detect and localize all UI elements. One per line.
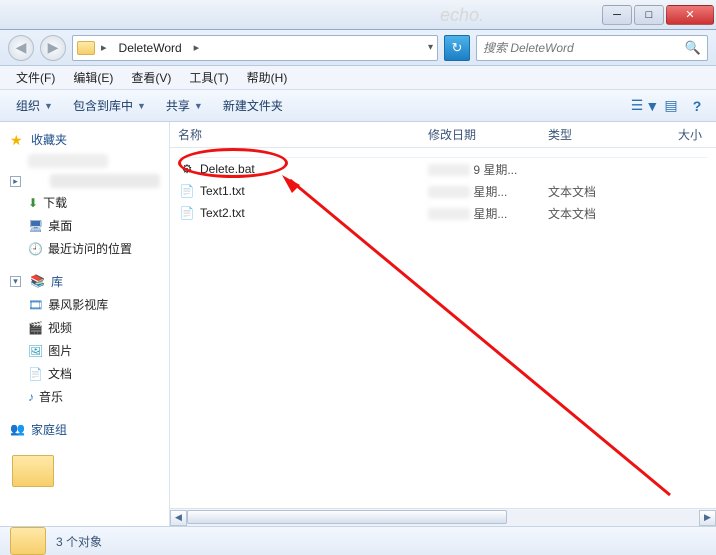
file-row-text1[interactable]: 📄 Text1.txt 星期... 文本文档: [178, 180, 716, 202]
close-button[interactable]: ✕: [666, 5, 714, 25]
chevron-right-icon[interactable]: ▸: [194, 41, 200, 54]
background-watermark: echo.: [440, 5, 484, 26]
downloads-icon: ⬇: [28, 196, 38, 210]
sidebar-item-desktop[interactable]: 🖥桌面: [4, 214, 169, 237]
folder-icon: [77, 41, 95, 55]
pictures-icon: 🖼: [28, 344, 43, 358]
menu-file[interactable]: 文件(F): [8, 67, 63, 88]
search-box[interactable]: 🔍: [476, 35, 708, 61]
chevron-down-icon: ▼: [645, 98, 659, 114]
toolbar: 组织▼ 包含到库中▼ 共享▼ 新建文件夹 ☰▼ ▤ ?: [0, 90, 716, 122]
menu-tools[interactable]: 工具(T): [181, 67, 236, 88]
column-headers: 名称 修改日期 类型 大小: [170, 122, 716, 148]
nav-row: ◀ ▶ ▸ DeleteWord ▸ ▾ ↻ 🔍: [0, 30, 716, 66]
library-icon: 📚: [30, 274, 46, 290]
sidebar-item-blurred[interactable]: [4, 151, 169, 171]
col-header-size[interactable]: 大小: [638, 126, 716, 143]
col-header-type[interactable]: 类型: [548, 126, 638, 143]
folder-icon: [12, 455, 54, 487]
sidebar-favorites[interactable]: ★收藏夹: [4, 128, 169, 151]
chevron-down-icon: ▼: [137, 101, 146, 111]
breadcrumb-deleteword[interactable]: DeleteWord: [113, 39, 188, 57]
sidebar-item-recent[interactable]: 🕘最近访问的位置: [4, 237, 169, 260]
new-folder-button[interactable]: 新建文件夹: [215, 93, 291, 118]
view-options-button[interactable]: ☰▼: [634, 95, 656, 117]
maximize-button[interactable]: □: [634, 5, 664, 25]
sidebar-item-blurred[interactable]: ▸: [4, 171, 169, 191]
col-header-date[interactable]: 修改日期: [428, 126, 548, 143]
search-icon[interactable]: 🔍: [685, 40, 701, 56]
back-button[interactable]: ◀: [8, 35, 34, 61]
bat-file-icon: ⚙: [178, 160, 196, 178]
sidebar-item-documents[interactable]: 📄文档: [4, 362, 169, 385]
sidebar-item-pictures[interactable]: 🖼图片: [4, 339, 169, 362]
desktop-icon: 🖥: [28, 219, 43, 233]
star-icon: ★: [10, 132, 26, 148]
file-row-delete-bat[interactable]: ⚙ Delete.bat 9 星期...: [178, 158, 716, 180]
include-in-library-button[interactable]: 包含到库中▼: [65, 93, 154, 118]
file-type: 文本文档: [548, 205, 638, 222]
scroll-left-button[interactable]: ◀: [170, 510, 187, 526]
explorer-body: ★收藏夹 ▸ ⬇下载 🖥桌面 🕘最近访问的位置 ▾📚库 🎞暴风影视库 🎬视频 🖼…: [0, 122, 716, 526]
videos-icon: 🎬: [28, 321, 43, 335]
menu-bar: 文件(F) 编辑(E) 查看(V) 工具(T) 帮助(H): [0, 66, 716, 90]
file-date: 星期...: [428, 183, 548, 200]
video-lib-icon: 🎞: [28, 298, 43, 312]
refresh-button[interactable]: ↻: [444, 35, 470, 61]
status-bar: 3 个对象: [0, 526, 716, 555]
folder-icon: [10, 527, 46, 555]
file-date: 9 星期...: [428, 161, 548, 178]
file-name: Text2.txt: [200, 206, 428, 220]
sidebar-item-videos[interactable]: 🎬视频: [4, 316, 169, 339]
scroll-track[interactable]: [187, 510, 699, 526]
txt-file-icon: 📄: [178, 182, 196, 200]
minimize-button[interactable]: ─: [602, 5, 632, 25]
titlebar: echo. ─ □ ✕: [0, 0, 716, 30]
chevron-down-icon: ▼: [194, 101, 203, 111]
menu-edit[interactable]: 编辑(E): [65, 67, 121, 88]
share-button[interactable]: 共享▼: [158, 93, 211, 118]
recent-icon: 🕘: [28, 242, 43, 256]
file-name: Text1.txt: [200, 184, 428, 198]
sidebar-item-downloads[interactable]: ⬇下载: [4, 191, 169, 214]
sidebar-item-music[interactable]: ♪音乐: [4, 385, 169, 408]
help-button[interactable]: ?: [686, 95, 708, 117]
homegroup-icon: 👥: [10, 422, 26, 438]
search-input[interactable]: [483, 41, 673, 55]
sidebar-item-baofeng[interactable]: 🎞暴风影视库: [4, 293, 169, 316]
file-pane: 名称 修改日期 类型 大小 ⚙ Delete.bat 9 星期... 📄 Tex…: [170, 122, 716, 526]
organize-button[interactable]: 组织▼: [8, 93, 61, 118]
txt-file-icon: 📄: [178, 204, 196, 222]
scroll-thumb[interactable]: [187, 510, 507, 524]
preview-pane-button[interactable]: ▤: [660, 95, 682, 117]
address-bar[interactable]: ▸ DeleteWord ▸ ▾: [72, 35, 438, 61]
file-list[interactable]: ⚙ Delete.bat 9 星期... 📄 Text1.txt 星期... 文…: [170, 148, 716, 508]
file-row-text2[interactable]: 📄 Text2.txt 星期... 文本文档: [178, 202, 716, 224]
sidebar-homegroup[interactable]: 👥家庭组: [4, 418, 169, 441]
expander-icon[interactable]: ▸: [10, 176, 21, 187]
expander-icon[interactable]: ▾: [10, 276, 21, 287]
chevron-down-icon: ▼: [44, 101, 53, 111]
music-icon: ♪: [28, 390, 34, 404]
menu-view[interactable]: 查看(V): [123, 67, 179, 88]
chevron-right-icon[interactable]: ▸: [101, 41, 107, 54]
documents-icon: 📄: [28, 367, 43, 381]
forward-button[interactable]: ▶: [40, 35, 66, 61]
scroll-right-button[interactable]: ▶: [699, 510, 716, 526]
file-name: Delete.bat: [200, 162, 428, 176]
menu-help[interactable]: 帮助(H): [239, 67, 296, 88]
nav-pane[interactable]: ★收藏夹 ▸ ⬇下载 🖥桌面 🕘最近访问的位置 ▾📚库 🎞暴风影视库 🎬视频 🖼…: [0, 122, 170, 526]
horizontal-scrollbar[interactable]: ◀ ▶: [170, 508, 716, 526]
dropdown-history-icon[interactable]: ▾: [428, 42, 433, 53]
status-count: 3 个对象: [56, 533, 102, 550]
sidebar-libraries[interactable]: ▾📚库: [4, 270, 169, 293]
file-date: 星期...: [428, 205, 548, 222]
file-type: 文本文档: [548, 183, 638, 200]
col-header-name[interactable]: 名称: [178, 126, 428, 143]
